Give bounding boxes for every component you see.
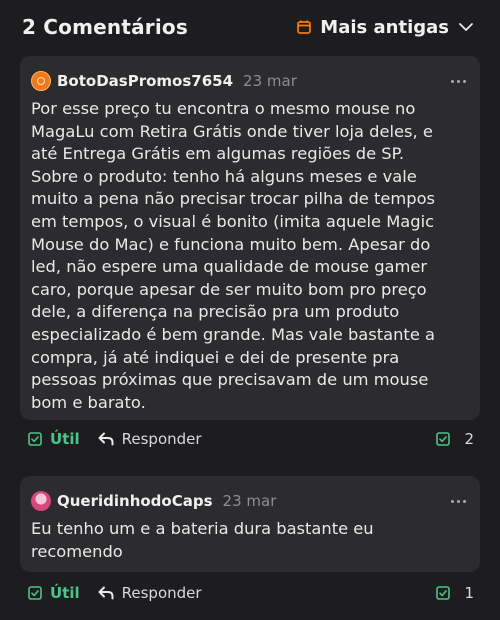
useful-button[interactable]: Útil (28, 584, 80, 602)
comment-date: 23 mar (243, 72, 297, 90)
comment-card: BotoDasPromos7654 23 mar Por esse preço … (20, 56, 480, 420)
comment-author-row: BotoDasPromos7654 23 mar (31, 70, 468, 92)
checkbox-check-icon (436, 432, 451, 446)
comment-author[interactable]: BotoDasPromos7654 (57, 72, 233, 90)
sort-dropdown[interactable]: Mais antigas (297, 17, 474, 38)
comment-text: Eu tenho um e a bateria dura bastante eu… (31, 519, 374, 561)
comment-author-row: QueridinhodoCaps 23 mar (31, 490, 468, 512)
reply-arrow-icon (98, 586, 114, 600)
reply-button[interactable]: Responder (98, 584, 202, 602)
checkbox-check-icon (28, 586, 42, 600)
useful-count-value: 2 (464, 430, 474, 448)
avatar[interactable] (31, 491, 51, 511)
comment-actions: Útil Responder 1 (28, 582, 474, 604)
comments-section: 2 Comentários Mais antigas BotoDasPromos… (0, 0, 500, 620)
comment-date: 23 mar (222, 492, 277, 510)
reply-button[interactable]: Responder (98, 430, 202, 448)
sort-label: Mais antigas (320, 16, 449, 38)
useful-count: 2 (436, 430, 474, 448)
comment-author[interactable]: QueridinhodoCaps (57, 492, 213, 510)
reply-label: Responder (121, 430, 202, 448)
useful-count-value: 1 (464, 584, 474, 602)
reply-label: Responder (121, 584, 202, 602)
comment-text: Por esse preço tu encontra o mesmo mouse… (31, 99, 436, 412)
useful-button[interactable]: Útil (28, 430, 80, 448)
useful-label: Útil (50, 430, 80, 448)
more-options-icon[interactable] (449, 76, 468, 87)
reply-arrow-icon (98, 432, 114, 446)
chevron-down-icon (459, 23, 473, 31)
avatar[interactable] (31, 71, 51, 91)
useful-count: 1 (436, 584, 474, 602)
calendar-icon (297, 20, 312, 34)
comment-card: QueridinhodoCaps 23 mar Eu tenho um e a … (20, 476, 480, 572)
comment-actions: Útil Responder 2 (28, 428, 474, 450)
comments-count-title: 2 Comentários (22, 15, 188, 39)
comments-header: 2 Comentários Mais antigas (22, 12, 474, 42)
more-options-icon[interactable] (449, 496, 468, 507)
checkbox-check-icon (28, 432, 42, 446)
useful-label: Útil (50, 584, 80, 602)
checkbox-check-icon (436, 586, 451, 600)
